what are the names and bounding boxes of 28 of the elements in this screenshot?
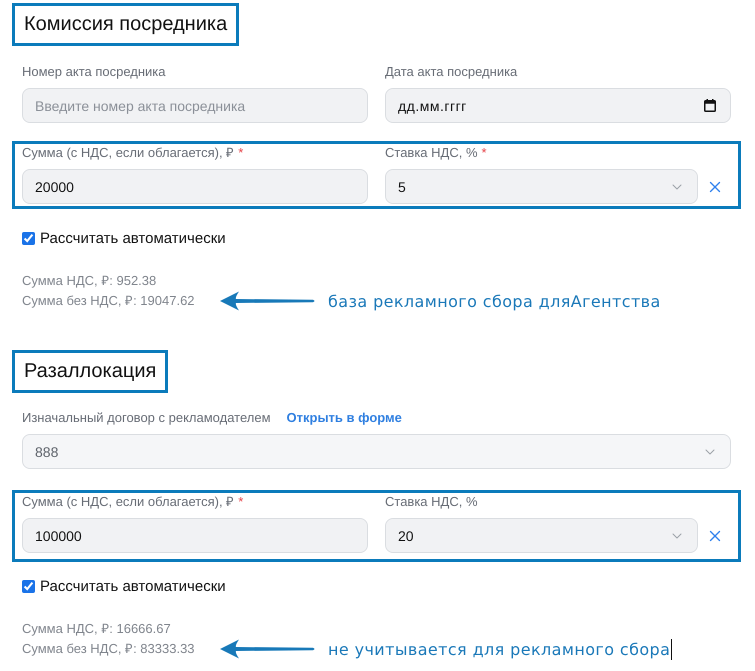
summary-text: Сумма НДС, ₽: 16666.67 xyxy=(22,620,171,638)
arrow-icon xyxy=(220,639,316,659)
field-label: Дата акта посредника xyxy=(385,64,518,80)
checkbox[interactable] xyxy=(22,232,35,244)
field-label: Ставка НДС, % * xyxy=(385,145,487,161)
input-field[interactable]: 20000 xyxy=(22,169,368,204)
checkbox-label[interactable]: Рассчитать автоматически xyxy=(40,230,226,246)
field-label: Ставка НДС, % xyxy=(385,494,478,510)
calendar-icon[interactable] xyxy=(704,99,716,112)
summary-text: Сумма без НДС, ₽: 83333.33 xyxy=(22,640,195,658)
section-title: Разаллокация xyxy=(12,350,168,393)
summary-text: Сумма без НДС, ₽: 19047.62 xyxy=(22,292,195,310)
annotation-text: не учитывается для рекламного сбора xyxy=(328,640,670,658)
select-field[interactable]: 5 xyxy=(385,169,698,204)
arrow-icon xyxy=(220,291,316,311)
field-label: Номер акта посредника xyxy=(22,64,166,80)
field-label: Сумма (с НДС, если облагается), ₽ * xyxy=(22,494,244,510)
checkbox-label[interactable]: Рассчитать автоматически xyxy=(40,578,226,594)
field-label: Изначальный договор с рекламодателем xyxy=(22,410,271,426)
annotation-text: база рекламного сбора дляАгентства xyxy=(328,292,661,310)
summary-text: Сумма НДС, ₽: 952.38 xyxy=(22,272,156,290)
checkbox[interactable] xyxy=(22,580,35,592)
date-field[interactable]: дд.мм.гггг xyxy=(385,88,731,123)
section-title: Комиссия посредника xyxy=(12,3,240,46)
select-field[interactable]: 20 xyxy=(385,518,698,553)
field-label: Сумма (с НДС, если облагается), ₽ * xyxy=(22,145,244,161)
input-field[interactable]: 100000 xyxy=(22,518,368,553)
input-field[interactable]: Введите номер акта посредника xyxy=(22,88,368,123)
